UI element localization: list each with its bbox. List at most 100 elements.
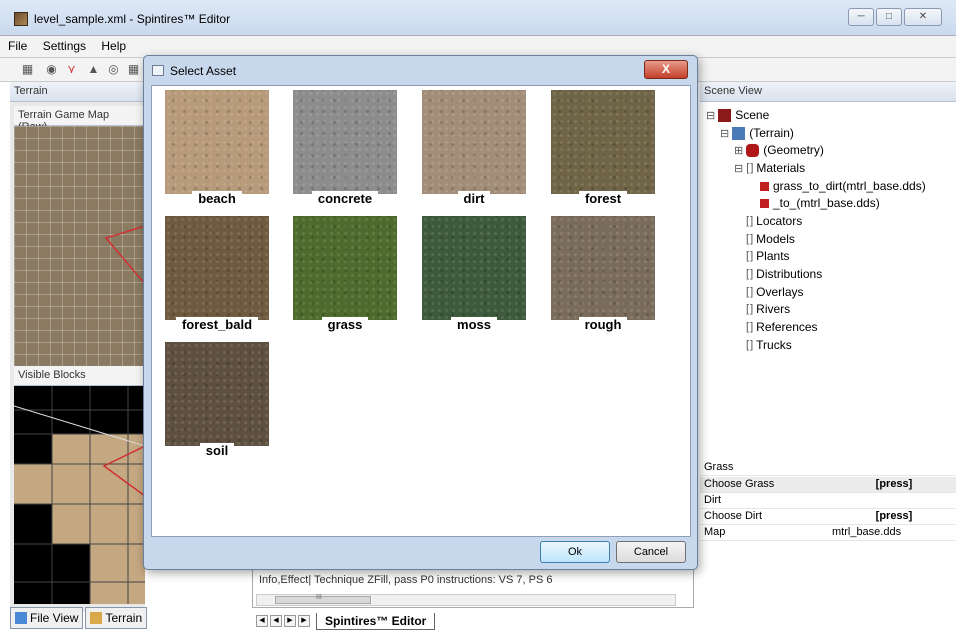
asset-tile-beach[interactable]: beach xyxy=(165,90,269,212)
asset-thumbnail xyxy=(165,216,269,320)
collapse-icon[interactable]: ⊟ xyxy=(720,127,729,140)
cancel-button[interactable]: Cancel xyxy=(616,541,686,563)
asset-label: dirt xyxy=(457,191,491,206)
next-tab-icon[interactable]: ▶ xyxy=(284,615,296,627)
tree-node-material[interactable]: _to_(mtrl_base.dds) xyxy=(760,196,880,210)
asset-label: rough xyxy=(578,317,628,332)
asset-tile-dirt[interactable]: dirt xyxy=(422,90,526,212)
last-tab-icon[interactable]: ▶ xyxy=(298,615,310,627)
tree-node-scene[interactable]: ⊟ Scene xyxy=(706,108,769,122)
visible-blocks-view[interactable] xyxy=(14,386,145,604)
material-icon xyxy=(760,198,769,208)
grid-icon[interactable]: ▦ xyxy=(126,62,141,77)
tree-node-geometry[interactable]: ⊞ (Geometry) xyxy=(734,143,824,157)
minimize-button[interactable]: ─ xyxy=(848,8,874,26)
collapse-icon[interactable]: ⊟ xyxy=(734,162,743,175)
tree-node-references[interactable]: [ ] References xyxy=(746,320,818,334)
terrain-panel-header: Terrain xyxy=(10,82,145,102)
close-button[interactable]: ✕ xyxy=(904,8,942,26)
scroll-grip: III xyxy=(316,594,322,601)
dialog-icon xyxy=(152,65,164,76)
scene-view-header: Scene View xyxy=(700,82,956,102)
tree-node-material[interactable]: grass_to_dirt(mtrl_base.dds) xyxy=(760,179,926,193)
tree-node-plants[interactable]: [ ] Plants xyxy=(746,249,790,263)
app-icon xyxy=(14,12,28,26)
menu-help[interactable]: Help xyxy=(97,36,130,56)
collapse-icon[interactable]: ⊟ xyxy=(706,109,715,122)
asset-tile-soil[interactable]: soil xyxy=(165,342,269,464)
left-bottom-tabs: File View Terrain xyxy=(10,607,148,629)
asset-label: forest xyxy=(578,191,628,206)
asset-tile-moss[interactable]: moss xyxy=(422,216,526,338)
asset-tile-forest-bald[interactable]: forest_bald xyxy=(165,216,269,338)
tree-node-materials[interactable]: ⊟ [ ] Materials xyxy=(734,161,805,175)
tree-node-terrain[interactable]: ⊟ (Terrain) xyxy=(720,126,794,140)
property-row[interactable]: Choose Dirt [press] xyxy=(700,509,956,525)
dialog-titlebar: Select Asset X xyxy=(144,56,697,84)
folder-icon: [ ] xyxy=(746,250,753,262)
first-tab-icon[interactable]: ◀ xyxy=(256,615,268,627)
choose-grass-button[interactable]: [press] xyxy=(832,478,956,490)
scene-icon xyxy=(718,108,732,122)
horizontal-scrollbar[interactable]: III xyxy=(256,594,676,606)
asset-tile-rough[interactable]: rough xyxy=(551,216,655,338)
property-row[interactable]: Choose Grass [press] xyxy=(700,477,956,493)
tab-terrain-label: Terrain xyxy=(105,611,143,625)
tab-spintires-editor[interactable]: Spintires™ Editor xyxy=(316,612,436,630)
tab-terrain[interactable]: Terrain xyxy=(85,607,148,629)
asset-label: grass xyxy=(321,317,369,332)
property-value[interactable]: mtrl_base.dds xyxy=(832,526,901,538)
folder-icon: [ ] xyxy=(746,286,753,298)
prev-tab-icon[interactable]: ◀ xyxy=(270,615,282,627)
expand-icon[interactable]: ⊞ xyxy=(734,144,743,157)
tree-node-models[interactable]: [ ] Models xyxy=(746,232,795,246)
terrain-icon xyxy=(732,126,746,140)
tab-file-view[interactable]: File View xyxy=(10,607,84,629)
tree-node-overlays[interactable]: [ ] Overlays xyxy=(746,285,804,299)
asset-thumbnail xyxy=(293,90,397,194)
asset-tile-concrete[interactable]: concrete xyxy=(293,90,397,212)
terrain-map-view[interactable] xyxy=(14,126,145,366)
tree-icon[interactable]: ▲ xyxy=(86,62,101,77)
tree-node-distributions[interactable]: [ ] Distributions xyxy=(746,267,822,281)
asset-label: soil xyxy=(199,443,235,458)
tree-node-locators[interactable]: [ ] Locators xyxy=(746,214,802,228)
window-titlebar: level_sample.xml - Spintires™ Editor ─ □… xyxy=(0,0,956,36)
maximize-button[interactable]: □ xyxy=(876,8,902,26)
dialog-close-button[interactable]: X xyxy=(644,60,688,79)
folder-icon: [ ] xyxy=(746,321,753,333)
scrollbar-thumb[interactable]: III xyxy=(275,594,371,604)
camera-icon[interactable]: ◉ xyxy=(44,62,59,77)
tree-label-overlays: Overlays xyxy=(756,285,804,299)
tree-label-materials: Materials xyxy=(756,161,806,175)
tree-label-distributions: Distributions xyxy=(756,267,823,281)
asset-thumbnail xyxy=(165,90,269,194)
choose-dirt-button[interactable]: [press] xyxy=(832,510,956,522)
tree-node-rivers[interactable]: [ ] Rivers xyxy=(746,302,790,316)
dialog-title: Select Asset xyxy=(170,64,237,78)
folder-icon: [ ] xyxy=(746,233,753,245)
menu-settings[interactable]: Settings xyxy=(39,36,90,56)
asset-tile-forest[interactable]: forest xyxy=(551,90,655,212)
ok-button[interactable]: Ok xyxy=(540,541,610,563)
globe-icon[interactable]: ◎ xyxy=(106,62,121,77)
asset-tile-grass[interactable]: grass xyxy=(293,216,397,338)
folder-icon: [ ] xyxy=(746,339,753,351)
property-name: Dirt xyxy=(704,494,722,506)
asset-thumbnail xyxy=(551,216,655,320)
camera-frustum xyxy=(104,225,145,285)
menu-file[interactable]: File xyxy=(4,36,31,56)
asset-label: beach xyxy=(192,191,242,206)
property-row[interactable]: Map mtrl_base.dds xyxy=(700,525,956,541)
axis-icon[interactable]: ⋎ xyxy=(64,62,79,77)
tree-label-models: Models xyxy=(756,232,795,246)
block-grid xyxy=(14,386,145,604)
tree-node-trucks[interactable]: [ ] Trucks xyxy=(746,338,792,352)
folder-icon: [ ] xyxy=(746,215,753,227)
asset-label: moss xyxy=(451,317,497,332)
material-icon xyxy=(760,181,769,191)
save-icon[interactable]: ▦ xyxy=(20,62,35,77)
select-asset-dialog: Select Asset X beach concrete dirt fores… xyxy=(143,55,698,570)
property-row: Grass xyxy=(700,460,956,476)
property-name: Choose Grass xyxy=(704,478,775,490)
